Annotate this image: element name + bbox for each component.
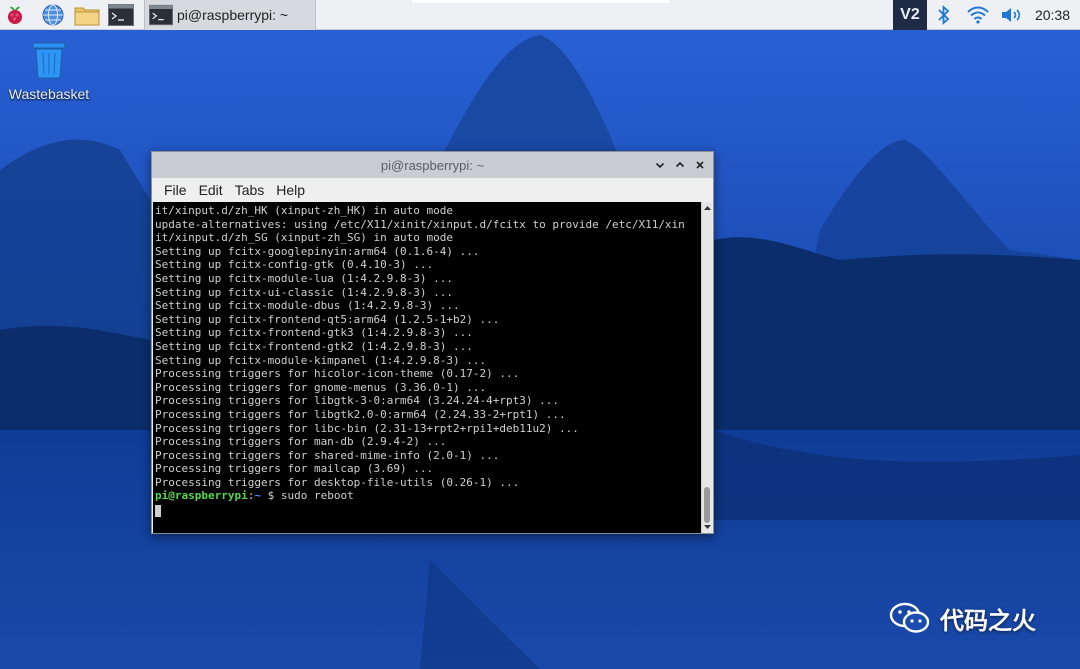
maximize-button[interactable] [673, 158, 687, 172]
terminal-line: it/xinput.d/zh_SG (xinput-zh_SG) in auto… [155, 231, 454, 245]
terminal-line: update-alternatives: using /etc/X11/xini… [155, 217, 685, 231]
menu-tabs[interactable]: Tabs [229, 182, 271, 198]
terminal-line: Processing triggers for mailcap (3.69) .… [155, 462, 434, 476]
chevron-down-icon [655, 162, 665, 169]
terminal-line: it/xinput.d/zh_HK (xinput-zh_HK) in auto… [155, 204, 454, 217]
terminal-line: Setting up fcitx-frontend-qt5:arm64 (1.2… [155, 312, 500, 326]
menu-file[interactable]: File [158, 182, 193, 198]
clock[interactable]: 20:38 [1029, 7, 1080, 23]
wechat-icon [889, 602, 930, 633]
window-titlebar[interactable]: pi@raspberrypi: ~ [152, 152, 713, 178]
terminal-scrollbar[interactable] [701, 202, 712, 533]
volume-icon[interactable] [995, 0, 1029, 30]
terminal-line: Processing triggers for shared-mime-info… [155, 448, 500, 462]
web-browser-icon[interactable] [38, 0, 68, 30]
raspberry-menu-icon[interactable] [0, 0, 30, 30]
taskbar-window-label: pi@raspberrypi: ~ [177, 7, 289, 23]
close-icon [696, 161, 704, 169]
terminal-line: Setting up fcitx-frontend-gtk2 (1:4.2.9.… [155, 339, 473, 353]
trash-icon [32, 42, 66, 79]
close-button[interactable] [693, 158, 707, 172]
minimize-button[interactable] [653, 158, 667, 172]
prompt-path: ~ [254, 489, 261, 503]
prompt-user: pi@raspberrypi [155, 489, 248, 503]
prompt-symbol: $ [260, 489, 281, 503]
taskbar-highlight [412, 0, 670, 3]
menu-bar: File Edit Tabs Help [152, 178, 713, 202]
terminal-line: Processing triggers for libc-bin (2.31-1… [155, 421, 579, 435]
terminal-line: Processing triggers for gnome-menus (3.3… [155, 380, 487, 394]
window-controls [653, 152, 707, 178]
terminal-line: Setting up fcitx-module-dbus (1:4.2.9.8-… [155, 299, 460, 313]
terminal-line: Processing triggers for libgtk2.0-0:arm6… [155, 407, 566, 421]
prompt-command: sudo reboot [280, 489, 354, 503]
vnc-label: V2 [900, 6, 920, 23]
vnc-icon[interactable]: V2 [892, 0, 927, 30]
desktop-icon-label: Wastebasket [8, 86, 90, 102]
terminal-output[interactable]: it/xinput.d/zh_HK (xinput-zh_HK) in auto… [153, 202, 702, 533]
terminal-line: Setting up fcitx-ui-classic (1:4.2.9.8-3… [155, 285, 454, 299]
terminal-line: Processing triggers for desktop-file-uti… [155, 475, 520, 489]
terminal-line: Processing triggers for man-db (2.9.4-2)… [155, 435, 447, 449]
scrollbar-thumb[interactable] [704, 487, 710, 523]
terminal-line: Setting up fcitx-module-lua (1:4.2.9.8-3… [155, 271, 454, 285]
taskbar: pi@raspberrypi: ~ V2 20:38 [0, 0, 1080, 30]
menu-edit[interactable]: Edit [193, 182, 229, 198]
terminal-line: Setting up fcitx-frontend-gtk3 (1:4.2.9.… [155, 326, 473, 340]
terminal-line: Setting up fcitx-module-kimpanel (1:4.2.… [155, 353, 487, 367]
terminal-cursor-line [155, 503, 702, 518]
text-cursor [155, 505, 161, 518]
menu-help[interactable]: Help [270, 182, 311, 198]
desktop-icon-wastebasket[interactable]: Wastebasket [6, 40, 92, 102]
taskbar-window-button[interactable]: pi@raspberrypi: ~ [144, 0, 316, 30]
scroll-down-icon[interactable] [704, 524, 711, 530]
file-manager-icon[interactable] [72, 0, 102, 30]
terminal-window: pi@raspberrypi: ~ File Edit Tabs Help it… [151, 151, 714, 534]
wifi-icon[interactable] [961, 0, 995, 30]
scroll-up-icon[interactable] [704, 205, 711, 211]
terminal-icon[interactable] [106, 0, 136, 30]
terminal-line: Setting up fcitx-config-gtk (0.4.10-3) .… [155, 258, 434, 272]
terminal-prompt-line: pi@raspberrypi:~ $ sudo reboot [155, 489, 702, 503]
terminal-icon [149, 4, 173, 26]
system-tray: V2 20:38 [892, 0, 1080, 30]
watermark-text: 代码之火 [940, 606, 1036, 635]
chevron-up-icon [675, 161, 685, 168]
watermark: 代码之火 [888, 600, 1036, 636]
terminal-line: Setting up fcitx-googlepinyin:arm64 (0.1… [155, 244, 480, 258]
terminal-line: Processing triggers for hicolor-icon-the… [155, 367, 520, 381]
bluetooth-icon[interactable] [927, 0, 961, 30]
window-title: pi@raspberrypi: ~ [380, 157, 485, 173]
terminal-line: Processing triggers for libgtk-3-0:arm64… [155, 394, 559, 408]
